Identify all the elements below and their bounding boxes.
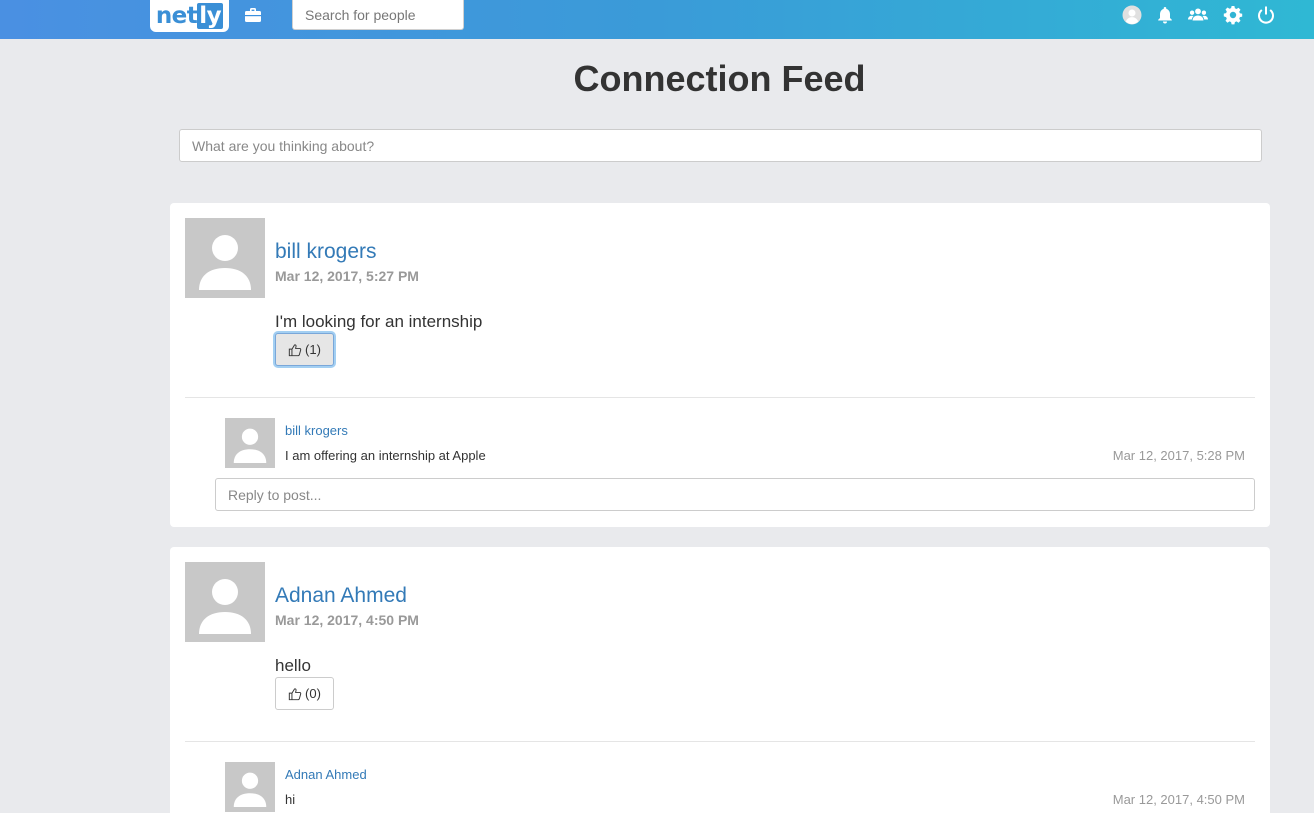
- avatar: [185, 218, 265, 298]
- like-button[interactable]: (1): [275, 333, 334, 366]
- like-button[interactable]: (0): [275, 677, 334, 710]
- post-author-link[interactable]: Adnan Ahmed: [275, 584, 407, 608]
- profile-avatar-icon[interactable]: [1121, 4, 1143, 26]
- post-author-link[interactable]: bill krogers: [275, 240, 377, 264]
- post-card: Adnan Ahmed Mar 12, 2017, 4:50 PM hello …: [170, 547, 1270, 813]
- like-count: (1): [305, 342, 321, 357]
- reply-date: Mar 12, 2017, 4:50 PM: [1112, 792, 1245, 807]
- power-icon[interactable]: [1255, 4, 1277, 26]
- reply-text: hi: [285, 792, 296, 807]
- page-title: Connection Feed: [573, 58, 866, 99]
- compose-post-input[interactable]: [179, 129, 1262, 162]
- logo-text: netly: [155, 2, 224, 29]
- gear-icon[interactable]: [1222, 4, 1244, 26]
- bell-icon[interactable]: [1154, 4, 1176, 26]
- avatar: [185, 562, 265, 642]
- post-date: Mar 12, 2017, 4:50 PM: [275, 612, 419, 628]
- reply-avatar: [225, 762, 275, 812]
- search-people-input[interactable]: [292, 0, 464, 30]
- post-body: I'm looking for an internship: [275, 312, 483, 331]
- thumbs-up-icon: [288, 343, 302, 356]
- thumbs-up-icon: [288, 687, 302, 700]
- reply-author-link[interactable]: bill krogers: [285, 423, 348, 438]
- reply-avatar: [225, 418, 275, 468]
- like-count: (0): [305, 686, 321, 701]
- post-body: hello: [275, 656, 311, 675]
- reply-text: I am offering an internship at Apple: [285, 448, 486, 463]
- netly-logo[interactable]: netly: [150, 0, 229, 32]
- reply-author-link[interactable]: Adnan Ahmed: [285, 767, 367, 782]
- divider: [185, 741, 1255, 742]
- reply-input[interactable]: [215, 478, 1255, 511]
- top-navbar: netly: [0, 0, 1314, 39]
- connections-icon[interactable]: [1187, 4, 1209, 26]
- divider: [185, 397, 1255, 398]
- post-card: bill krogers Mar 12, 2017, 5:27 PM I'm l…: [170, 203, 1270, 527]
- reply-date: Mar 12, 2017, 5:28 PM: [1112, 448, 1245, 463]
- briefcase-icon[interactable]: [242, 4, 264, 26]
- post-date: Mar 12, 2017, 5:27 PM: [275, 268, 419, 284]
